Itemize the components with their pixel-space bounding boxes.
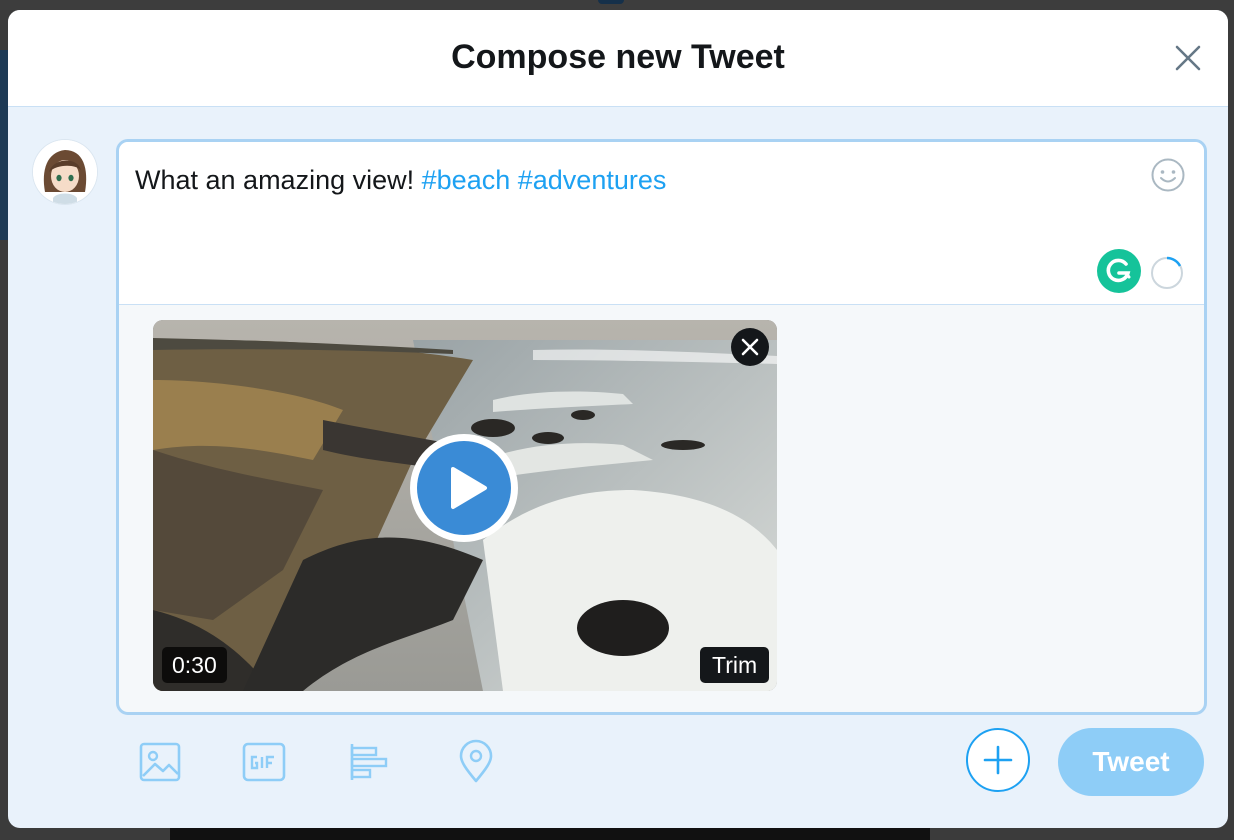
play-icon [451, 467, 487, 509]
grammarly-icon[interactable] [1097, 249, 1141, 293]
add-tweet-button[interactable] [966, 728, 1030, 792]
video-duration-badge: 0:30 [162, 647, 227, 683]
compose-box: What an amazing view! #beach #adventures [116, 139, 1207, 715]
remove-media-button[interactable] [731, 328, 769, 366]
poll-icon [350, 744, 388, 780]
image-icon [139, 742, 181, 782]
backdrop-element [0, 50, 8, 240]
tweet-text-plain: What an amazing view! [135, 165, 415, 195]
backdrop-element [598, 0, 624, 4]
add-gif-button[interactable] [240, 738, 288, 786]
add-poll-button[interactable] [346, 738, 394, 786]
modal-header: Compose new Tweet [8, 10, 1228, 107]
hashtag-link[interactable]: #beach [422, 165, 511, 195]
emoji-button[interactable] [1150, 157, 1186, 193]
tweet-text[interactable]: What an amazing view! #beach #adventures [135, 165, 666, 196]
smiley-icon [1151, 158, 1185, 192]
play-button[interactable] [410, 434, 518, 542]
gif-icon [242, 742, 286, 782]
close-icon [741, 338, 759, 356]
location-icon [459, 739, 493, 783]
plus-icon [983, 745, 1013, 775]
modal-title: Compose new Tweet [451, 38, 785, 76]
tweet-button[interactable]: Tweet [1058, 728, 1204, 796]
trim-button[interactable]: Trim [700, 647, 770, 683]
character-counter [1150, 256, 1184, 290]
close-button[interactable] [1172, 42, 1204, 74]
grammarly-g-icon [1106, 258, 1131, 283]
tweet-text-area[interactable]: What an amazing view! #beach #adventures [119, 142, 1204, 305]
avatar-image [33, 140, 97, 204]
add-photo-button[interactable] [136, 738, 184, 786]
close-icon [1175, 45, 1201, 71]
play-button-inner [417, 441, 511, 535]
video-attachment[interactable]: 0:30 Trim [153, 320, 777, 691]
compose-tweet-modal: Compose new Tweet What an amazing view! … [8, 10, 1228, 828]
avatar[interactable] [33, 140, 97, 204]
backdrop-element [170, 828, 930, 840]
progress-ring-icon [1151, 256, 1183, 289]
add-location-button[interactable] [452, 738, 500, 786]
hashtag-link[interactable]: #adventures [518, 165, 667, 195]
